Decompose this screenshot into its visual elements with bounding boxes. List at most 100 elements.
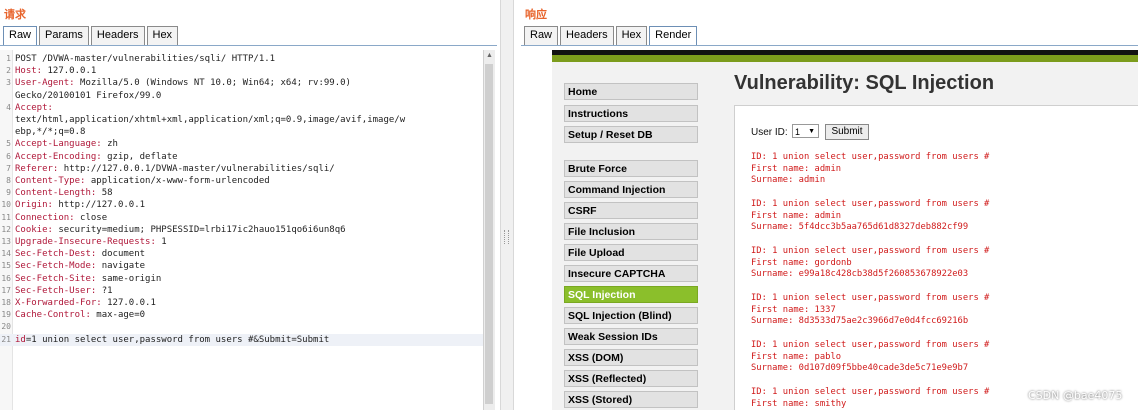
request-line[interactable]: 6 Accept-Encoding: gzip, deflate (0, 151, 483, 163)
header-value: ?1 (96, 285, 113, 296)
line-content: Sec-Fetch-Dest: document (15, 248, 145, 260)
header-key: Content-Type: (15, 176, 86, 186)
header-key: Referer: (15, 163, 59, 174)
request-line[interactable]: 9 Content-Length: 58 (0, 187, 483, 199)
request-line[interactable]: 13 Upgrade-Insecure-Requests: 1 (0, 236, 483, 248)
request-line[interactable]: ebp,*/*;q=0.8 (0, 126, 483, 138)
header-value: Gecko/20100101 Firefox/99.0 (15, 90, 162, 101)
response-pane-title: 响应 (525, 8, 547, 21)
scroll-up-arrow-icon[interactable]: ▲ (486, 52, 493, 59)
line-number: 19 (1, 310, 11, 320)
line-content: Sec-Fetch-Mode: navigate (15, 260, 145, 272)
header-key: Accept-Language: (15, 139, 102, 150)
line-content: ebp,*/*;q=0.8 (15, 126, 85, 138)
split-divider[interactable] (500, 0, 514, 410)
line-content: Accept: (15, 102, 53, 114)
header-key: User-Agent: (15, 78, 75, 89)
response-tab-hex[interactable]: Hex (615, 26, 648, 46)
request-line[interactable]: text/html,application/xhtml+xml,applicat… (0, 114, 483, 126)
request-line[interactable]: Gecko/20100101 Firefox/99.0 (0, 90, 483, 102)
menu-item-sql-injection[interactable]: SQL Injection (564, 286, 698, 303)
line-content: id=1 union select user,password from use… (15, 334, 329, 346)
line-content: Accept-Encoding: gzip, deflate (15, 151, 178, 163)
request-line[interactable]: 21 id=1 union select user,password from u… (0, 333, 483, 346)
render-view: Home Instructions Setup / Reset DB Brute Fo… (521, 50, 1138, 410)
line-number: 7 (6, 163, 11, 173)
request-line[interactable]: 12 Cookie: security=medium; PHPSESSID=lrb… (0, 224, 483, 236)
response-tab-headers[interactable]: Headers (560, 26, 614, 46)
header-value: http://127.0.0.1/DVWA-master/vulnerabili… (58, 163, 335, 174)
menu-item-setup-reset-db[interactable]: Setup / Reset DB (564, 126, 698, 143)
request-line[interactable]: 14 Sec-Fetch-Dest: document (0, 248, 483, 260)
menu-item-csrf[interactable]: CSRF (564, 202, 698, 219)
header-value: close (74, 212, 108, 223)
request-line[interactable]: 7 Referer: http://127.0.0.1/DVWA-master/v… (0, 163, 483, 175)
menu-item-weak-session-ids[interactable]: Weak Session IDs (564, 328, 698, 345)
line-number: 3 (6, 78, 11, 88)
request-tab-params[interactable]: Params (39, 26, 89, 46)
line-number: 18 (1, 298, 11, 307)
request-line[interactable]: 17 Sec-Fetch-User: ?1 (0, 285, 483, 297)
request-line[interactable]: 19 Cache-Control: max-age=0 (0, 309, 483, 321)
header-key: Cookie: (15, 224, 53, 235)
line-number: 13 (1, 237, 11, 246)
line-content: text/html,application/xhtml+xml,applicat… (15, 114, 405, 126)
line-content: Sec-Fetch-User: ?1 (15, 285, 113, 297)
request-tab-underline (0, 45, 497, 46)
response-tabs: Raw Headers Hex Render (524, 26, 699, 46)
header-value: application/x-www-form-urlencoded (85, 176, 270, 186)
menu-item-command-injection[interactable]: Command Injection (564, 181, 698, 198)
request-editor[interactable]: 1 POST /DVWA-master/vulnerabilities/sqli/… (0, 50, 483, 410)
line-number: 16 (1, 273, 11, 283)
line-number: 9 (6, 188, 11, 198)
menu-item-file-upload[interactable]: File Upload (564, 244, 698, 261)
line-number: 4 (6, 102, 11, 112)
line-number: 8 (6, 176, 11, 185)
menu-item-xss-stored[interactable]: XSS (Stored) (564, 391, 698, 408)
header-key: Origin: (15, 200, 53, 211)
menu-item-sql-injection-blind[interactable]: SQL Injection (Blind) (564, 307, 698, 324)
menu-item-file-inclusion[interactable]: File Inclusion (564, 223, 698, 240)
header-key: Accept: (15, 102, 53, 113)
request-line[interactable]: 16 Sec-Fetch-Site: same-origin (0, 273, 483, 285)
line-number: 10 (1, 200, 11, 210)
scrollbar-thumb[interactable] (485, 64, 493, 404)
request-tab-headers[interactable]: Headers (90, 26, 145, 46)
header-value: security=medium; PHPSESSID=lrbi17ic2hauo… (52, 224, 346, 235)
line-number: 6 (6, 151, 11, 161)
request-line[interactable]: 4 Accept: (0, 102, 483, 114)
menu-item-xss-reflected[interactable]: XSS (Reflected) (564, 370, 698, 387)
request-scrollbar[interactable]: ▲ (483, 50, 495, 410)
header-value: 1 (155, 237, 167, 247)
request-line[interactable]: 5 Accept-Language: zh (0, 138, 483, 150)
result-first: First name: admin (751, 210, 842, 221)
line-number: 17 (1, 285, 11, 295)
result-surname: Surname: e99a18c428cb38d5f260853678922e0… (751, 269, 969, 280)
user-id-select[interactable]: 1 ▼ (792, 124, 819, 138)
request-line[interactable]: 15 Sec-Fetch-Mode: navigate (0, 260, 483, 272)
response-tab-raw[interactable]: Raw (524, 26, 559, 46)
request-line[interactable]: 10 Origin: http://127.0.0.1 (0, 199, 483, 211)
user-id-label: User ID: (751, 127, 788, 138)
header-value: navigate (96, 261, 146, 272)
response-tab-render[interactable]: Render (649, 26, 698, 46)
request-line[interactable]: 8 Content-Type: application/x-www-form-ur… (0, 175, 483, 187)
menu-item-home[interactable]: Home (564, 83, 698, 100)
header-value: document (96, 249, 146, 260)
submit-button[interactable]: Submit (825, 124, 869, 140)
request-line[interactable]: 3 User-Agent: Mozilla/5.0 (Windows NT 10.… (0, 77, 483, 89)
result-id: ID: 1 union select user,password from us… (751, 387, 990, 397)
menu-item-xss-dom[interactable]: XSS (DOM) (564, 349, 698, 366)
page-title: Vulnerability: SQL Injection (734, 72, 995, 94)
request-line[interactable]: 11 Connection: close (0, 212, 483, 224)
menu-item-brute-force[interactable]: Brute Force (564, 160, 698, 177)
request-tab-hex[interactable]: Hex (146, 26, 179, 46)
request-line[interactable]: 18 X-Forwarded-For: 127.0.0.1 (0, 297, 483, 309)
request-tab-raw[interactable]: Raw (3, 26, 38, 46)
request-line[interactable]: 1 POST /DVWA-master/vulnerabilities/sqli/… (0, 53, 483, 65)
menu-item-instructions[interactable]: Instructions (564, 105, 698, 122)
request-line[interactable]: 20 (0, 321, 483, 333)
menu-item-insecure-captcha[interactable]: Insecure CAPTCHA (564, 265, 698, 282)
header-key: Sec-Fetch-Site: (15, 273, 97, 284)
request-line[interactable]: 2 Host: 127.0.0.1 (0, 65, 483, 77)
